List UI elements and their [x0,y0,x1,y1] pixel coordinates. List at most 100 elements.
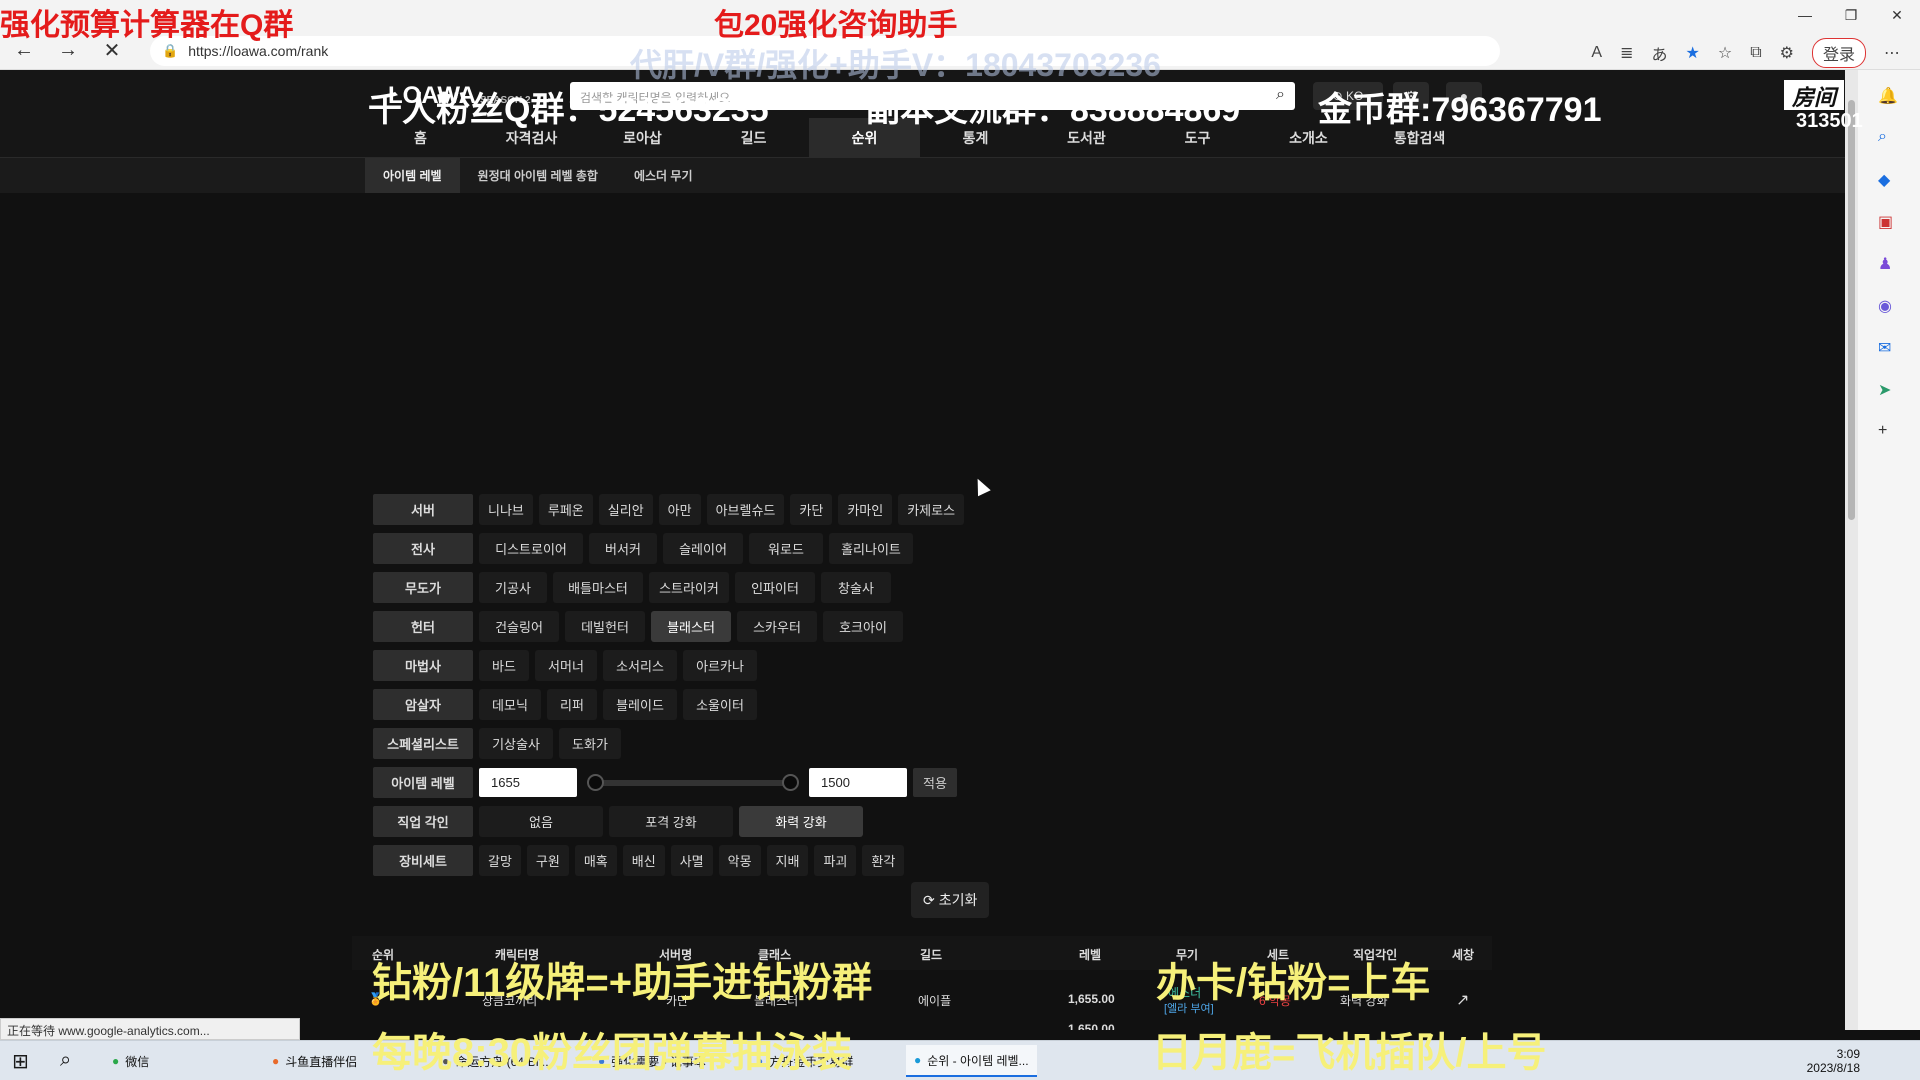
class-option[interactable]: 아르카나 [683,650,757,681]
search-icon[interactable]: ⌕ [1276,86,1285,104]
set-option[interactable]: 구원 [526,845,569,876]
windows-start-icon[interactable]: ⊞ [12,1049,29,1074]
item-level-min-input[interactable] [809,768,907,797]
send-icon[interactable]: ➤ [1878,380,1891,400]
server-option[interactable]: 카단 [790,494,833,525]
set-option[interactable]: 갈망 [479,845,521,876]
windows-taskbar: ⊞ ⌕ ● 微信 ● 斗鱼直播伴侣 ● 命运方舟 (64-Bit... ● 强化需要 -… [0,1040,1920,1080]
class-option[interactable]: 소울이터 [683,689,757,720]
external-link-icon[interactable]: ↗ [1456,990,1469,1010]
server-option[interactable]: 카제로스 [898,494,965,525]
class-option[interactable]: 블레이드 [603,689,677,720]
edge-icon: ● [914,1053,922,1067]
reset-button[interactable]: ⟳ 초기화 [911,882,990,918]
favorite-star-icon[interactable]: ★ [1686,43,1700,63]
minimize-icon[interactable]: — [1782,0,1828,30]
extension-icon[interactable]: ⚙ [1780,43,1794,63]
close-icon[interactable]: ✕ [1874,0,1920,30]
class-option[interactable]: 버서커 [589,533,657,564]
outlook-icon[interactable]: ✉ [1878,338,1891,358]
scrollbar-thumb[interactable] [1848,100,1855,520]
engraving-option[interactable]: 포격 강화 [609,806,733,837]
favorites-icon[interactable]: ☆ [1718,43,1732,63]
set-option[interactable]: 악몽 [718,845,761,876]
task-item[interactable]: ● 微信 [104,1045,157,1077]
class-option-selected[interactable]: 블래스터 [651,611,731,642]
refresh-icon: ⟳ [923,891,935,908]
slider-knob-left[interactable] [587,774,604,791]
col-wardrobe: 세창 [1452,948,1475,962]
set-option[interactable]: 배신 [622,845,665,876]
class-option[interactable]: 디스트로이어 [479,533,583,564]
item-level-slider[interactable] [585,767,801,798]
filter-assassin-row: 암살자 데모닉 리퍼 블레이드 소울이터 [373,685,983,724]
tab-item-level[interactable]: 아이템 레벨 [365,158,460,193]
more-icon[interactable]: ⋯ [1884,43,1900,63]
set-option[interactable]: 매혹 [574,845,617,876]
set-option[interactable]: 사멸 [670,845,713,876]
server-option[interactable]: 아만 [658,494,701,525]
class-option[interactable]: 서머너 [535,650,597,681]
maximize-icon[interactable]: ❐ [1828,0,1874,30]
collections-icon[interactable]: ⧉ [1750,44,1761,62]
reader-icon[interactable]: ≣ [1620,43,1633,63]
tab-roster-level[interactable]: 원정대 아이템 레벨 총합 [460,158,616,193]
class-option[interactable]: 소서리스 [603,650,677,681]
translate-icon[interactable]: あ [1652,41,1668,65]
filter-label: 마법사 [373,650,473,681]
task-item-active[interactable]: ● 순위 - 아이템 레벨... [906,1045,1037,1077]
add-icon[interactable]: + [1878,422,1887,440]
bell-icon[interactable]: 🔔 [1878,86,1898,106]
toolbox-icon[interactable]: ▣ [1878,212,1893,232]
class-option[interactable]: 스카우터 [737,611,817,642]
server-option[interactable]: 루페온 [538,494,593,525]
task-item[interactable]: ● 斗鱼直播伴侣 [264,1045,365,1077]
server-option[interactable]: 카마인 [838,494,893,525]
class-option[interactable]: 인파이터 [735,572,815,603]
filter-mage-row: 마법사 바드 서머너 소서리스 아르카나 [373,646,983,685]
filter-label: 헌터 [373,611,473,642]
engraving-option-selected[interactable]: 화력 강화 [739,806,863,837]
login-button[interactable]: 登录 [1811,38,1866,68]
system-clock[interactable]: 3:09 2023/8/18 [1807,1047,1860,1075]
class-option[interactable]: 건슬링어 [479,611,559,642]
page-scrollbar[interactable] [1845,70,1858,1030]
class-option[interactable]: 워로드 [749,533,823,564]
class-option[interactable]: 도화가 [559,728,621,759]
class-option[interactable]: 기상술사 [479,728,553,759]
class-option[interactable]: 데모닉 [479,689,541,720]
class-option[interactable]: 데빌헌터 [565,611,645,642]
class-option[interactable]: 배틀마스터 [553,572,643,603]
taskbar-search-icon[interactable]: ⌕ [60,1049,71,1072]
tag-icon[interactable]: ◆ [1878,170,1890,190]
read-aloud-icon[interactable]: A [1591,44,1602,62]
search-sidebar-icon[interactable]: ⌕ [1878,128,1887,146]
server-option[interactable]: 아브렐슈드 [706,494,785,525]
engraving-option[interactable]: 없음 [479,806,603,837]
edge-sidebar: 🔔 ⌕ ◆ ▣ ♟ ◉ ✉ ➤ + [1858,70,1920,1030]
class-option[interactable]: 기공사 [479,572,547,603]
class-option[interactable]: 리퍼 [547,689,597,720]
filter-hunter-row: 헌터 건슬링어 데빌헌터 블래스터 스카우터 호크아이 [373,607,983,646]
class-option[interactable]: 호크아이 [823,611,903,642]
filter-warrior-row: 전사 디스트로이어 버서커 슬레이어 워로드 홀리나이트 [373,529,983,568]
games-icon[interactable]: ♟ [1878,254,1892,274]
server-option[interactable]: 실리안 [598,494,653,525]
copilot-icon[interactable]: ◉ [1878,296,1892,316]
set-option[interactable]: 지배 [766,845,809,876]
class-option[interactable]: 스트라이커 [649,572,729,603]
set-option[interactable]: 환각 [862,845,905,876]
apply-button[interactable]: 적용 [913,768,957,797]
filter-label: 직업 각인 [373,806,473,837]
tab-esther-weapon[interactable]: 에스더 무기 [616,158,711,193]
server-option[interactable]: 니나브 [479,494,533,525]
overlay-bottom-1: 钻粉/11级牌=+助手进钻粉群 [372,961,873,1005]
class-option[interactable]: 바드 [479,650,529,681]
class-option[interactable]: 홀리나이트 [829,533,913,564]
slider-knob-right[interactable] [782,774,799,791]
class-option[interactable]: 창술사 [821,572,891,603]
item-level-max-input[interactable] [479,768,577,797]
set-option[interactable]: 파괴 [814,845,857,876]
filter-specialist-row: 스페셜리스트 기상술사 도화가 [373,724,983,763]
class-option[interactable]: 슬레이어 [663,533,743,564]
